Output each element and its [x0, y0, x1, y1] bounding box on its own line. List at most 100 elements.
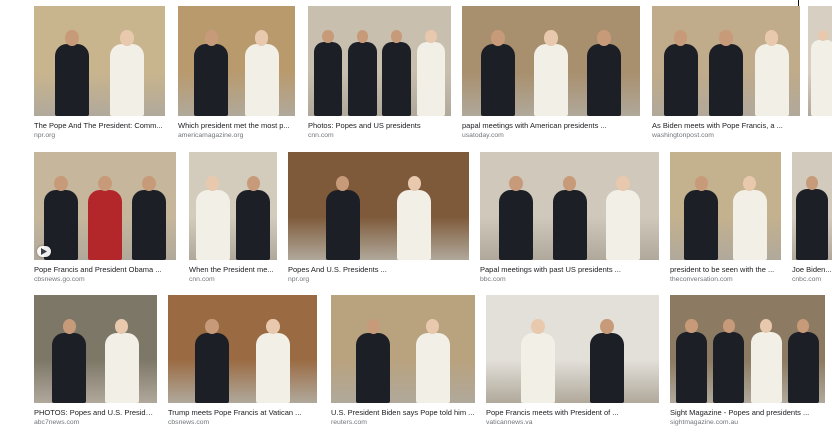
person-figure	[313, 30, 343, 116]
figure-head	[544, 30, 558, 46]
person-figure	[587, 30, 621, 116]
result-title[interactable]: Pope Francis and President Obama ...	[34, 265, 176, 274]
person-figure	[684, 175, 719, 260]
result-title[interactable]: president to be seen with the ...	[670, 265, 781, 274]
figure-head	[722, 318, 736, 333]
photo-background	[486, 295, 659, 403]
figure-head	[818, 30, 828, 41]
figure-head	[114, 318, 129, 335]
result-thumbnail[interactable]	[462, 6, 640, 116]
figure-body	[195, 190, 230, 260]
person-figure	[348, 30, 377, 116]
person-figure	[676, 318, 708, 403]
result-thumbnail[interactable]	[34, 295, 157, 403]
person-figure	[499, 175, 534, 260]
person-figure	[325, 175, 360, 260]
figure-body	[590, 333, 624, 403]
figure-head	[491, 30, 505, 46]
video-play-icon[interactable]	[37, 246, 51, 257]
person-figure	[195, 318, 229, 403]
result-source: sightmagazine.com.au	[670, 419, 739, 426]
pope-figure	[104, 318, 139, 403]
result-title[interactable]: papal meetings with American presidents …	[462, 121, 640, 130]
result-thumbnail[interactable]	[652, 6, 800, 116]
result-title[interactable]: As Biden meets with Pope Francis, a ...	[652, 121, 800, 130]
result-title[interactable]: Popes And U.S. Presidents ...	[288, 265, 469, 274]
result-title[interactable]: U.S. President Biden says Pope told him …	[331, 408, 475, 417]
figure-body	[676, 331, 708, 403]
result-thumbnail[interactable]	[486, 295, 659, 403]
figure-head	[266, 318, 280, 335]
result-title[interactable]: Which president met the most p...	[178, 121, 295, 130]
result-title[interactable]: Pope Francis meets with President of ...	[486, 408, 659, 417]
result-title[interactable]: Photos: Popes and US presidents	[308, 121, 451, 130]
figure-body	[55, 44, 89, 116]
result-title[interactable]: Sight Magazine - Popes and presidents ..…	[670, 408, 825, 417]
figure-head	[254, 30, 269, 46]
figure-head	[600, 318, 614, 335]
result-title[interactable]: The Pope And The President: Comm...	[34, 121, 165, 130]
person-figure	[132, 175, 166, 260]
figure-body	[256, 333, 290, 403]
figure-body	[552, 190, 587, 260]
figure-body	[325, 190, 360, 260]
person-figure	[796, 175, 828, 260]
person-figure	[663, 30, 698, 116]
figure-head	[366, 318, 381, 335]
figure-body	[811, 40, 832, 116]
result-thumbnail[interactable]	[480, 152, 659, 260]
figure-head	[407, 175, 422, 192]
pope-figure	[811, 30, 832, 116]
figure-head	[615, 175, 630, 192]
figure-body	[750, 331, 782, 403]
result-thumbnail[interactable]	[670, 152, 781, 260]
pope-figure	[397, 175, 432, 260]
figure-body	[195, 333, 229, 403]
person-figure	[787, 318, 819, 403]
result-thumbnail[interactable]	[808, 6, 832, 116]
result-source: npr.org	[288, 276, 310, 283]
result-thumbnail[interactable]	[288, 152, 469, 260]
result-source: cnbc.com	[792, 276, 822, 283]
result-source: vaticannews.va	[486, 419, 533, 426]
figure-body	[110, 44, 144, 116]
figure-head	[54, 175, 68, 192]
pope-figure	[256, 318, 290, 403]
result-title[interactable]: When the President me...	[189, 265, 277, 274]
result-source: abc7news.com	[34, 419, 80, 426]
person-figure	[481, 30, 515, 116]
result-thumbnail[interactable]	[168, 295, 317, 403]
figure-head	[425, 30, 437, 44]
result-source: usatoday.com	[462, 132, 504, 139]
result-thumbnail[interactable]	[670, 295, 825, 403]
figure-head	[531, 318, 545, 335]
figure-body	[104, 333, 139, 403]
figure-body	[754, 44, 789, 116]
result-thumbnail[interactable]	[331, 295, 475, 403]
person-figure	[709, 30, 743, 116]
result-source: npr.org	[34, 132, 56, 139]
figure-head	[390, 30, 403, 44]
result-thumbnail[interactable]	[308, 6, 451, 116]
result-title[interactable]: Trump meets Pope Francis at Vatican ...	[168, 408, 317, 417]
pope-figure	[415, 318, 450, 403]
pope-figure	[521, 318, 555, 403]
result-thumbnail[interactable]	[792, 152, 832, 260]
result-title[interactable]: Papal meetings with past US presidents .…	[480, 265, 659, 274]
figure-body	[787, 331, 819, 403]
figure-body	[709, 44, 743, 116]
result-source: cbsnews.com	[168, 419, 210, 426]
figure-body	[397, 190, 432, 260]
result-thumbnail[interactable]	[34, 152, 176, 260]
pope-figure	[195, 175, 230, 260]
result-thumbnail[interactable]	[189, 152, 277, 260]
result-title[interactable]: Joe Biden...	[792, 265, 832, 274]
result-title[interactable]: PHOTOS: Popes and U.S. Presiden...	[34, 408, 157, 417]
person-figure	[236, 175, 271, 260]
figure-body	[194, 44, 229, 116]
figure-body	[684, 190, 719, 260]
result-thumbnail[interactable]	[178, 6, 295, 116]
figure-body	[313, 42, 343, 116]
person-figure	[382, 30, 411, 116]
result-thumbnail[interactable]	[34, 6, 165, 116]
